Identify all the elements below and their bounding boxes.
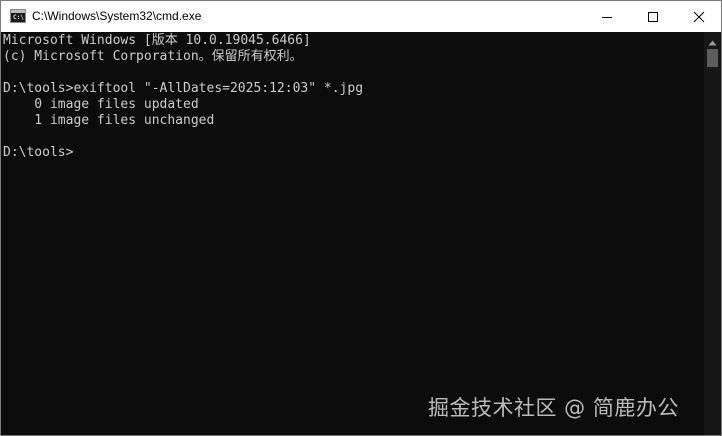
console-line-version: Microsoft Windows [版本 10.0.19045.6466] (3, 33, 311, 48)
maximize-button[interactable] (630, 1, 676, 32)
console-output[interactable]: Microsoft Windows [版本 10.0.19045.6466] (… (1, 32, 704, 435)
minimize-icon (601, 11, 613, 23)
console-line-unchanged: 1 image files unchanged (3, 113, 215, 128)
console-line-updated: 0 image files updated (3, 97, 199, 112)
window-title: C:\Windows\System32\cmd.exe (32, 9, 202, 23)
cmd-window: C:\ C:\Windows\System32\cmd.exe Microsof… (0, 0, 722, 436)
scroll-track[interactable] (704, 49, 721, 435)
close-icon (693, 11, 705, 23)
title-bar[interactable]: C:\ C:\Windows\System32\cmd.exe (1, 1, 721, 32)
minimize-button[interactable] (584, 1, 630, 32)
console-line-command: D:\tools>exiftool "-AllDates=2025:12:03"… (3, 81, 364, 96)
scroll-thumb[interactable] (707, 49, 718, 67)
cmd-icon-glyph: C:\ (13, 14, 24, 21)
console-line-copyright: (c) Microsoft Corporation。保留所有权利。 (3, 49, 303, 64)
vertical-scrollbar[interactable] (704, 32, 721, 435)
cmd-icon[interactable]: C:\ (10, 9, 26, 23)
maximize-icon (647, 11, 659, 23)
chevron-up-icon (708, 31, 717, 50)
console-prompt[interactable]: D:\tools> (3, 145, 704, 161)
close-button[interactable] (676, 1, 721, 32)
watermark: 掘金技术社区 @ 简鹿办公 (428, 396, 679, 420)
scroll-up-button[interactable] (704, 32, 721, 49)
